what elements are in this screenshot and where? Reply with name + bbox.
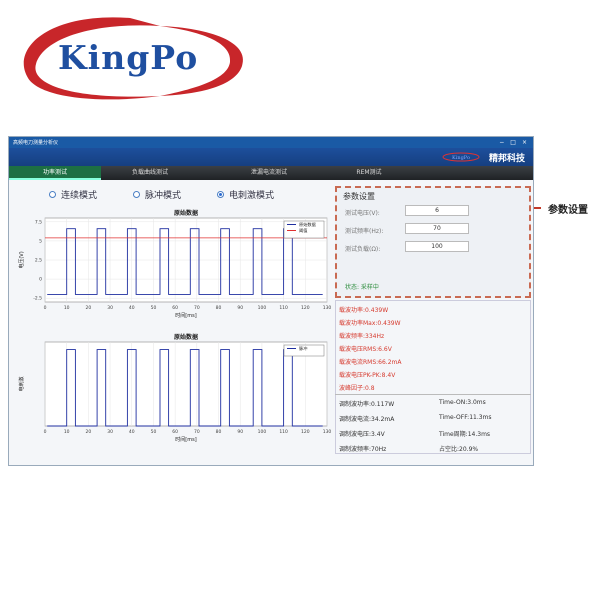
- brand-name: 精邦科技: [488, 154, 525, 164]
- close-icon[interactable]: ×: [522, 139, 527, 146]
- minimize-icon[interactable]: −: [499, 139, 504, 146]
- window-title: 高频电刀测量分析仪: [13, 140, 59, 146]
- legend-entry: 原始数据: [299, 221, 316, 228]
- time-off: Time-OFF:11.3ms: [439, 414, 492, 421]
- carrier-voltage-pkpk: 载波电压PK-PK:8.4V: [339, 372, 396, 379]
- brand-bar: KingPo 精邦科技: [9, 148, 533, 166]
- y-axis-label: 电压(V): [18, 251, 25, 268]
- x-tick-label: 90: [237, 429, 243, 435]
- status-text: 状态: 采样中: [345, 284, 379, 291]
- tab-power-test[interactable]: 功率测试: [9, 166, 101, 180]
- period: Time周期:14.3ms: [439, 431, 491, 438]
- parameter-settings-panel: 参数设置 测试电压(V): 6 测试频率(Hz): 70 测试负载(Ω): 10…: [335, 186, 531, 298]
- x-tick-label: 130: [323, 429, 332, 435]
- mode-continuous[interactable]: 连续模式: [49, 188, 97, 201]
- y-tick-label: 0: [39, 277, 42, 283]
- load-input[interactable]: 100: [405, 241, 469, 252]
- voltage-chart: 原始数据 0 10 20 30 40 50 60 70 80 90 100 110 120 130 7.5 5 2…: [15, 206, 335, 326]
- crest-factor: 波峰因子:0.8: [339, 385, 375, 392]
- x-tick-label: 30: [107, 429, 113, 435]
- x-tick-label: 40: [129, 305, 135, 311]
- x-tick-label: 100: [258, 305, 267, 311]
- kingpo-logo: KingPo: [10, 8, 255, 108]
- mod-current: 调制波电流:34.2mA: [339, 416, 395, 423]
- x-tick-label: 70: [194, 429, 200, 435]
- maximize-icon[interactable]: □: [510, 139, 516, 146]
- tab-load-curve-test[interactable]: 负载曲线测试: [101, 166, 199, 180]
- x-axis-label: 时间[ms]: [175, 436, 196, 443]
- x-tick-label: 60: [172, 429, 178, 435]
- title-bar: 高频电刀测量分析仪 − □ ×: [9, 137, 533, 148]
- mode-continuous-label: 连续模式: [61, 191, 98, 201]
- x-tick-label: 60: [172, 305, 178, 311]
- x-tick-label: 110: [279, 429, 288, 435]
- x-tick-label: 100: [258, 429, 267, 435]
- x-tick-label: 110: [279, 305, 288, 311]
- mod-power: 调制波功率:0.117W: [339, 401, 395, 408]
- annotation-label: 参数设置: [548, 205, 588, 216]
- x-tick-label: 20: [86, 305, 92, 311]
- tab-bar: 功率测试 负载曲线测试 泄漏电流测试 REM测试: [9, 166, 533, 180]
- y-tick-label: 2.5: [35, 258, 42, 264]
- x-tick-label: 30: [107, 305, 113, 311]
- x-tick-label: 90: [237, 305, 243, 311]
- voltage-chart-svg: 原始数据 0 10 20 30 40 50 60 70 80 90 100 110 120 130 7.5 5 2…: [18, 209, 332, 319]
- stimulation-chart-svg: 原始数据 0 10 20 30 40 50 60 70 80 90 100 110 120 130 时间[ms…: [18, 333, 332, 443]
- carrier-frequency: 载波频率:334Hz: [339, 333, 385, 340]
- mode-pulse[interactable]: 脉冲模式: [133, 188, 181, 201]
- logo-text: KingPo: [58, 38, 199, 77]
- x-tick-label: 130: [323, 305, 332, 311]
- stimulation-chart: 原始数据 0 10 20 30 40 50 60 70 80 90 100 110 120 130 时间[ms…: [15, 330, 335, 450]
- x-tick-label: 10: [64, 429, 70, 435]
- carrier-power: 载波功率:0.439W: [339, 307, 389, 314]
- parameter-settings-title: 参数设置: [343, 192, 375, 201]
- x-tick-label: 120: [301, 305, 310, 311]
- mode-stimulation[interactable]: 电刺激模式: [217, 188, 274, 201]
- load-label: 测试负载(Ω):: [345, 246, 381, 253]
- x-tick-label: 80: [216, 429, 222, 435]
- frequency-label: 测试频率(Hz):: [345, 228, 384, 235]
- duty-cycle: 占空比:20.9%: [439, 446, 479, 453]
- y-tick-label: -2.5: [33, 296, 42, 302]
- carrier-voltage-rms: 载波电压RMS:6.6V: [339, 346, 392, 353]
- legend-entry: 阈值: [299, 227, 307, 234]
- voltage-label: 测试电压(V):: [345, 210, 380, 217]
- y-axis-label: 电刺激: [18, 376, 25, 391]
- x-tick-label: 20: [86, 429, 92, 435]
- app-window: 高频电刀测量分析仪 − □ × KingPo 精邦科技 功率测试 负载曲线测试 …: [8, 136, 534, 466]
- x-axis-label: 时间[ms]: [175, 312, 196, 319]
- time-on: Time-ON:3.0ms: [439, 399, 486, 406]
- x-tick-label: 70: [194, 305, 200, 311]
- x-tick-label: 0: [44, 429, 47, 435]
- main-panel: 连续模式 脉冲模式 电刺激模式 原始数据 0 10 20 30 40 50 60 70 80 90 1…: [9, 180, 533, 465]
- x-tick-label: 80: [216, 305, 222, 311]
- x-tick-label: 0: [44, 305, 47, 311]
- tab-rem-test[interactable]: REM测试: [339, 166, 399, 180]
- x-tick-label: 50: [151, 305, 157, 311]
- y-tick-label: 5: [39, 238, 42, 244]
- x-tick-label: 40: [129, 429, 135, 435]
- mode-pulse-label: 脉冲模式: [145, 191, 182, 201]
- radio-stimulation[interactable]: [217, 191, 225, 198]
- y-tick-label: 7.5: [35, 219, 42, 225]
- chart-title: 原始数据: [174, 333, 198, 341]
- mode-stimulation-label: 电刺激模式: [229, 191, 275, 201]
- carrier-current-rms: 载波电流RMS:66.2mA: [339, 359, 402, 366]
- tab-leakage-current-test[interactable]: 泄漏电流测试: [199, 166, 339, 180]
- mod-frequency: 调制波频率:70Hz: [339, 446, 387, 453]
- radio-continuous[interactable]: [49, 191, 56, 198]
- legend-entry: 脉冲: [299, 345, 307, 352]
- x-tick-label: 50: [151, 429, 157, 435]
- mod-voltage: 调制波电压:3.4V: [339, 431, 385, 438]
- chart-title: 原始数据: [174, 209, 198, 217]
- x-tick-label: 10: [64, 305, 70, 311]
- radio-pulse[interactable]: [133, 191, 141, 198]
- brand-mini-text: KingPo: [452, 155, 470, 161]
- brand-logo-icon: KingPo: [442, 152, 480, 162]
- x-tick-label: 120: [301, 429, 310, 435]
- frequency-input[interactable]: 70: [405, 223, 469, 234]
- mode-selector: 连续模式 脉冲模式 电刺激模式: [49, 188, 310, 201]
- carrier-power-max: 载波功率Max:0.439W: [339, 320, 401, 327]
- voltage-input[interactable]: 6: [405, 205, 469, 216]
